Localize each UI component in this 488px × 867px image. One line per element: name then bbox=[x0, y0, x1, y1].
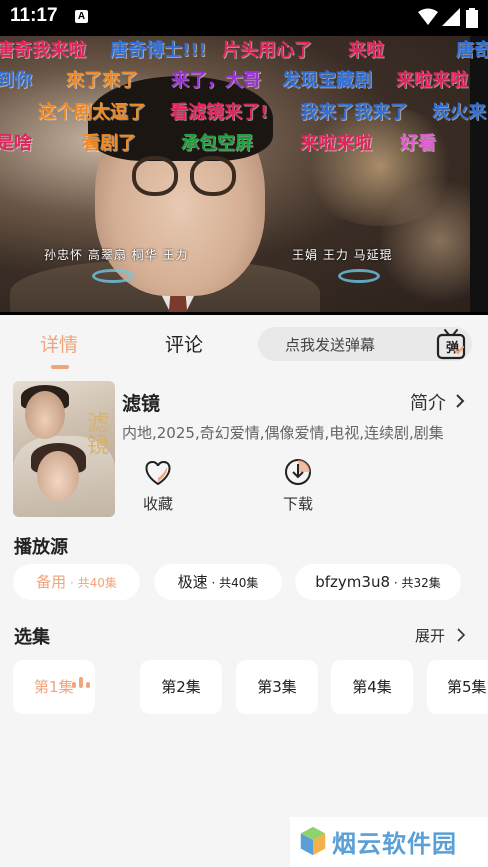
ring-decoration bbox=[92, 269, 134, 283]
danmaku-comment: 是啥 bbox=[0, 133, 32, 154]
episode-label: 第3集 bbox=[257, 678, 297, 696]
tab-comment[interactable]: 评论 bbox=[165, 330, 203, 357]
episode-item[interactable]: 第5集 bbox=[427, 660, 488, 714]
source-name: 备用 bbox=[36, 573, 67, 591]
episode-label: 第2集 bbox=[161, 678, 201, 696]
episode-section-title: 选集 bbox=[14, 627, 50, 648]
favorite-button[interactable]: 收藏 bbox=[128, 457, 188, 513]
tab-bar: 详情 评论 点我发送弹幕 弹 bbox=[0, 315, 488, 375]
source-count: · 共32集 bbox=[390, 576, 441, 590]
download-label: 下载 bbox=[282, 495, 313, 513]
danmaku-comment: 唐奇 bbox=[456, 40, 488, 61]
signal-icon bbox=[442, 8, 460, 26]
credits-left: 孙忠怀 高翠扇 桐华 王力 bbox=[44, 248, 189, 262]
heart-icon bbox=[145, 461, 171, 486]
source-name: 极速 bbox=[177, 573, 208, 591]
video-edge bbox=[470, 36, 488, 315]
episode-item[interactable]: 第2集 bbox=[140, 660, 222, 714]
show-title: 滤镜 bbox=[122, 393, 161, 415]
danmaku-comment: 我来了我来了 bbox=[300, 102, 408, 123]
chevron-right-icon[interactable] bbox=[457, 628, 465, 642]
danmaku-input-placeholder: 点我发送弹幕 bbox=[285, 336, 376, 354]
battery-icon bbox=[466, 8, 478, 28]
danmaku-comment: 炭火来 bbox=[432, 102, 486, 123]
wifi-icon bbox=[418, 8, 438, 25]
source-count: · 共40集 bbox=[66, 576, 117, 590]
detail-panel: 详情 评论 点我发送弹幕 弹 滤镜 滤镜 简介 内地,2025,奇幻爱情,偶像爱… bbox=[0, 315, 488, 867]
tab-indicator bbox=[51, 365, 69, 369]
notification-icon: A bbox=[75, 10, 88, 23]
danmaku-comment: 片头用心了 bbox=[222, 40, 312, 61]
poster-image[interactable]: 滤镜 bbox=[13, 381, 115, 517]
status-time: 11:17 bbox=[10, 5, 58, 26]
danmaku-comment: 来啦来啦 bbox=[300, 133, 372, 154]
poster-actor bbox=[25, 391, 65, 439]
glasses-icon bbox=[190, 156, 236, 196]
danmaku-comment: 来啦 bbox=[348, 40, 384, 61]
chevron-right-icon[interactable] bbox=[455, 393, 465, 409]
watermark-text: 烟云软件园 bbox=[332, 830, 457, 858]
credits-right: 王娟 王力 马延琨 bbox=[292, 248, 393, 262]
source-count: · 共40集 bbox=[207, 576, 259, 590]
download-icon bbox=[285, 459, 311, 485]
status-bar: 11:17 A bbox=[0, 0, 488, 36]
danmaku-comment: 看剧了 bbox=[82, 133, 136, 154]
expand-episodes-button[interactable]: 展开 bbox=[415, 625, 445, 646]
danmaku-comment: 好看 bbox=[400, 133, 436, 154]
danmaku-comment: 承包空屏 bbox=[181, 133, 253, 154]
episode-item[interactable]: 第1集 bbox=[13, 660, 95, 714]
glasses-icon bbox=[132, 156, 178, 196]
episode-item[interactable]: 第3集 bbox=[236, 660, 318, 714]
danmaku-comment: 來了來了 bbox=[66, 70, 138, 91]
source-name: bfzym3u8 bbox=[315, 573, 391, 591]
show-tags: 内地,2025,奇幻爱情,偶像爱情,电视,连续剧,剧集 bbox=[122, 424, 444, 442]
video-player[interactable]: 孙忠怀 高翠扇 桐华 王力 王娟 王力 马延琨 唐奇我来啦 唐奇博士!!! 片头… bbox=[0, 36, 488, 315]
tab-detail[interactable]: 详情 bbox=[40, 330, 78, 357]
source-section-title: 播放源 bbox=[14, 537, 68, 558]
watermark: 烟云软件园 bbox=[290, 817, 488, 867]
danmaku-comment: 唐奇博士!!! bbox=[110, 40, 207, 61]
episode-label: 第1集 bbox=[34, 678, 74, 696]
download-button[interactable]: 下载 bbox=[268, 457, 328, 513]
source-option[interactable]: 极速 · 共40集 bbox=[154, 564, 282, 600]
danmaku-comment: 来了，大哥 bbox=[171, 70, 261, 91]
episode-label: 第4集 bbox=[352, 678, 392, 696]
episode-item[interactable]: 第4集 bbox=[331, 660, 413, 714]
danmaku-comment: 这个剧太逗了 bbox=[38, 102, 146, 123]
intro-link[interactable]: 简介 bbox=[410, 389, 446, 415]
danmaku-comment: 发现宝藏剧 bbox=[282, 70, 372, 91]
episode-label: 第5集 bbox=[447, 678, 487, 696]
source-option[interactable]: bfzym3u8 · 共32集 bbox=[295, 564, 461, 600]
source-option[interactable]: 备用 · 共40集 bbox=[13, 564, 140, 600]
cube-logo-icon bbox=[299, 825, 327, 857]
danmaku-toggle-icon[interactable]: 弹 bbox=[436, 328, 466, 360]
danmaku-comment: 看滤镜来了! bbox=[170, 102, 269, 123]
favorite-label: 收藏 bbox=[142, 495, 173, 513]
danmaku-comment: 来啦来啦 bbox=[396, 70, 468, 91]
danmaku-comment: 到你 bbox=[0, 70, 32, 91]
ring-decoration bbox=[338, 269, 380, 283]
poster-title: 滤镜 bbox=[83, 411, 108, 455]
danmaku-comment: 唐奇我来啦 bbox=[0, 40, 86, 61]
poster-actress bbox=[37, 451, 79, 501]
